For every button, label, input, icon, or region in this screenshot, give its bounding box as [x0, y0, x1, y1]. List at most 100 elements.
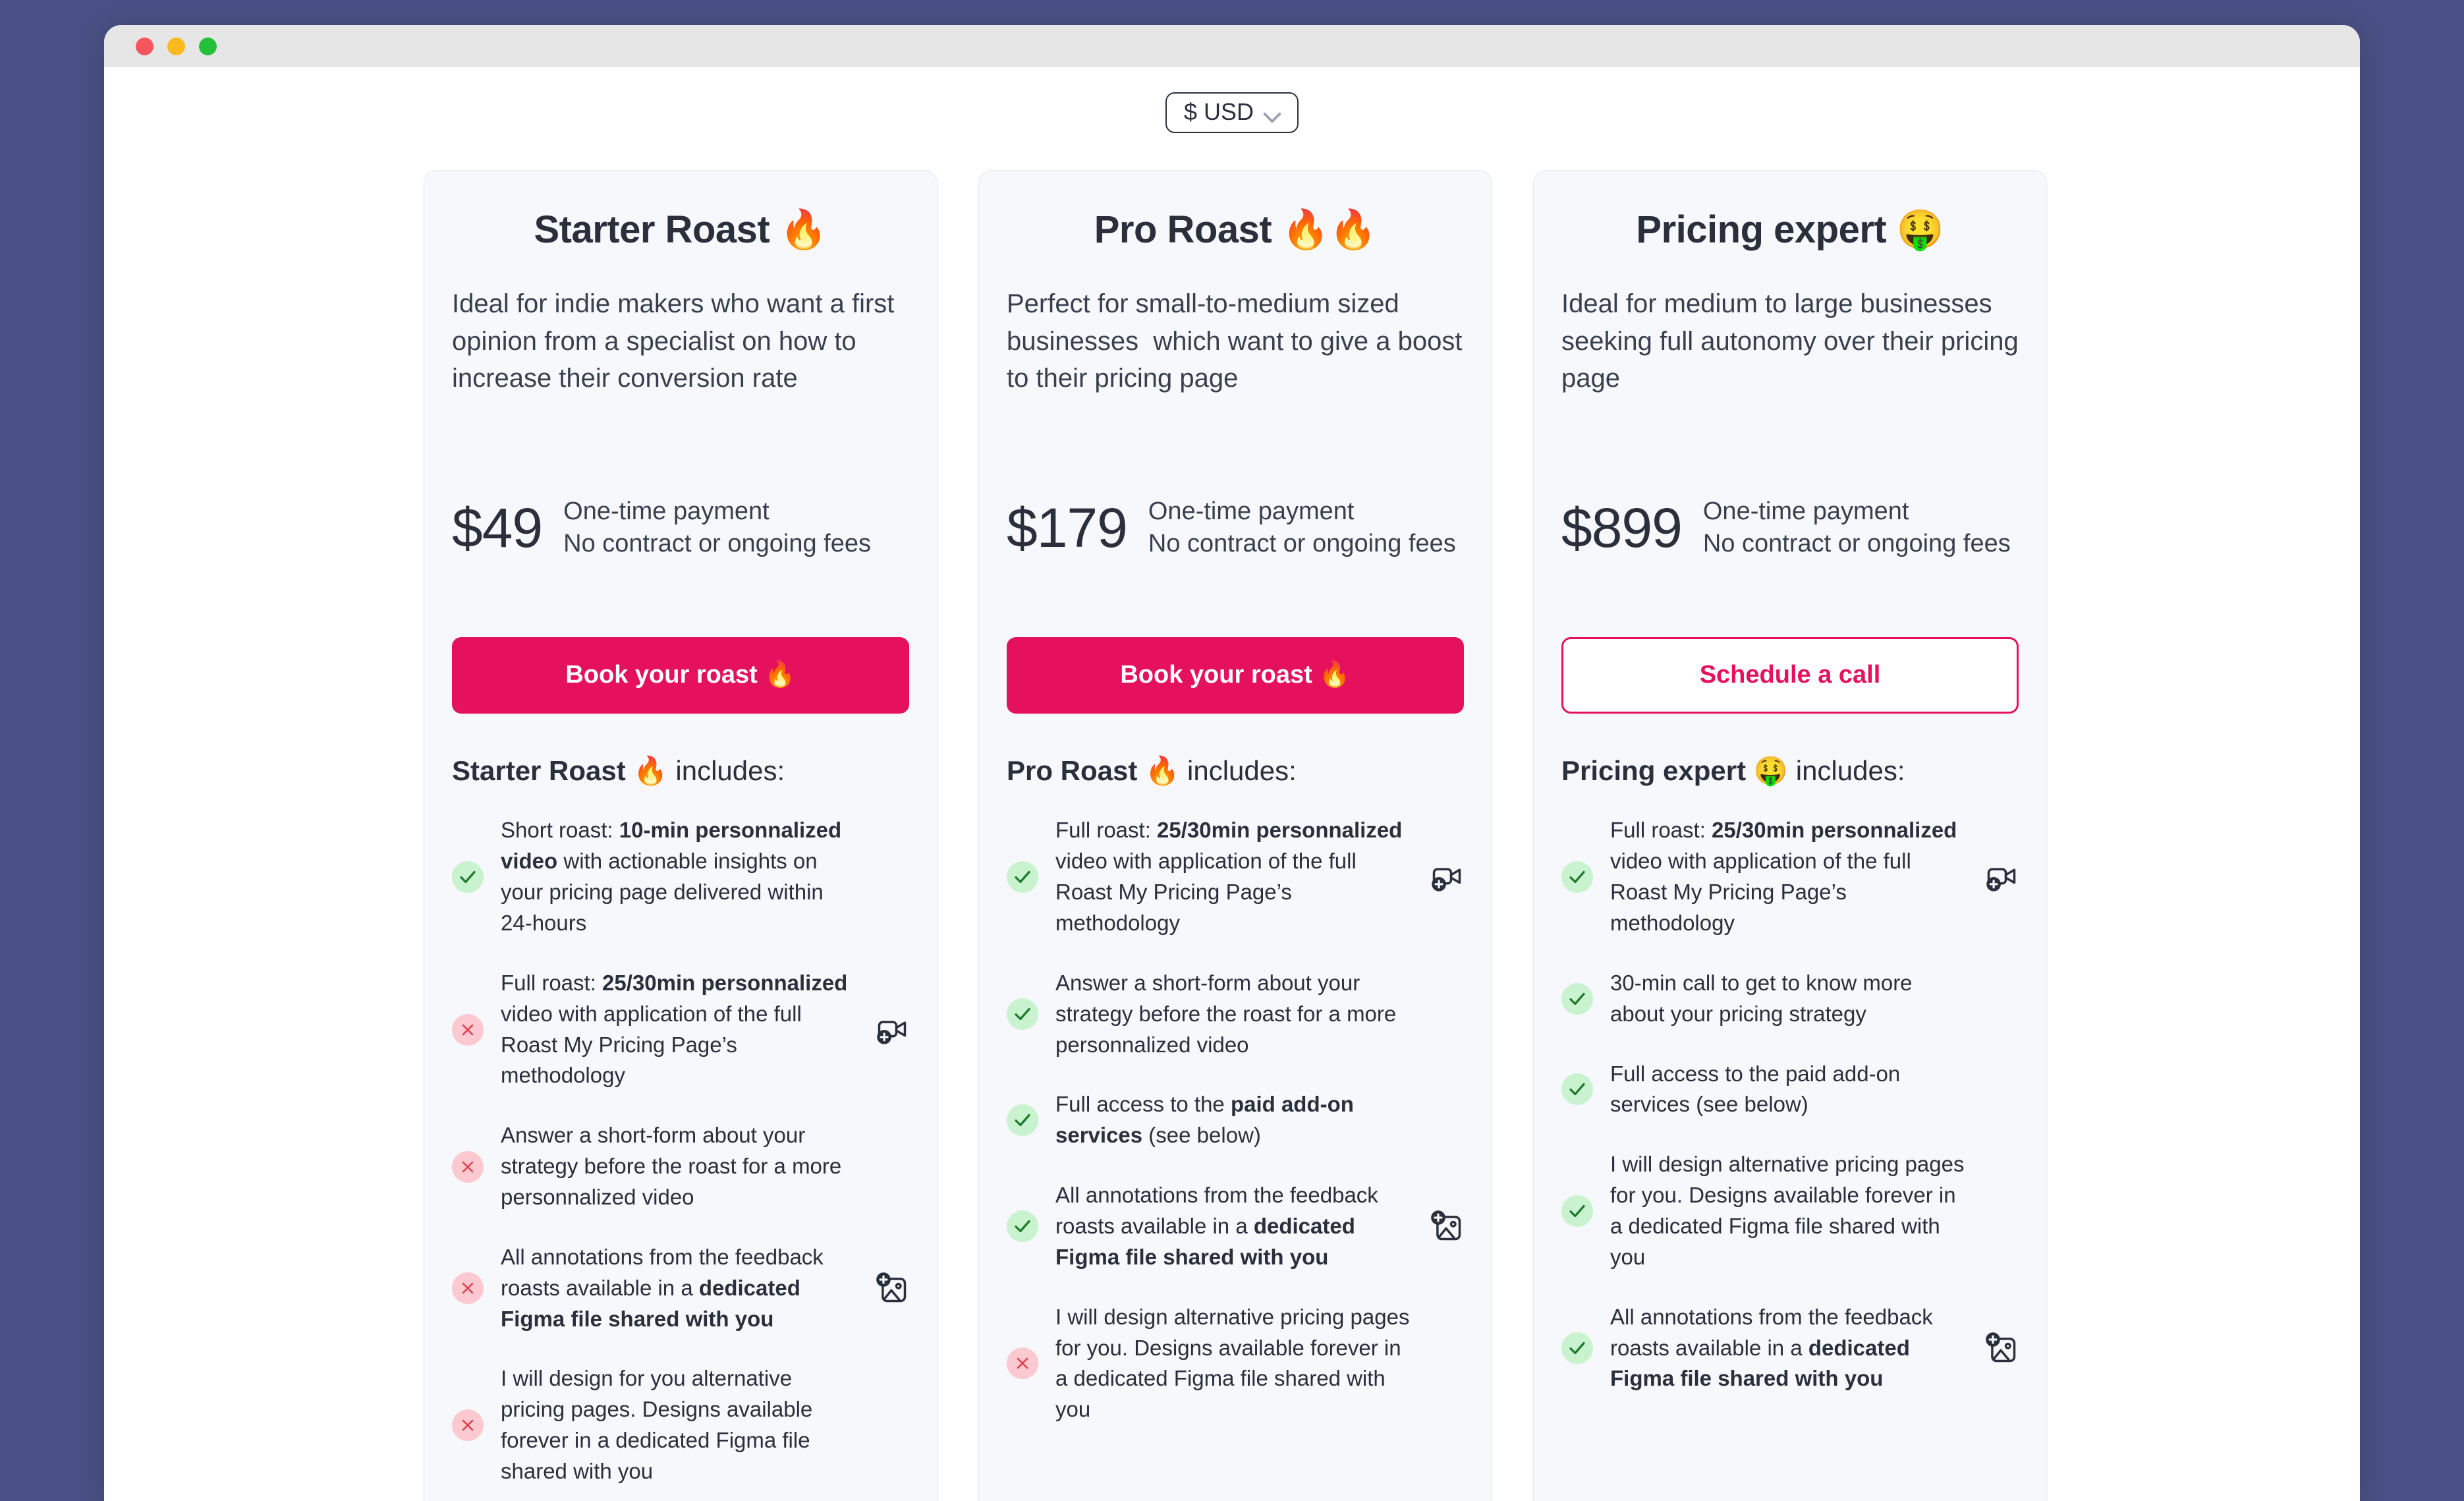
plan-price: $179: [1007, 497, 1128, 559]
plan-title: Pro Roast 🔥🔥: [1094, 208, 1377, 251]
check-icon: [1561, 1332, 1593, 1364]
feature-text: All annotations from the feedback roasts…: [501, 1242, 858, 1335]
plan-title: Starter Roast 🔥: [534, 208, 827, 251]
plan-includes-heading: Starter Roast 🔥 includes:: [452, 754, 909, 787]
feature-item: Full roast: 25/30min personnalized video…: [452, 968, 909, 1091]
close-window-button[interactable]: [136, 37, 154, 55]
plan-title: Pricing expert 🤑: [1636, 208, 1944, 251]
pricing-cards: Starter Roast 🔥 Ideal for indie makers wh…: [104, 170, 2360, 1501]
feature-text-segment: Answer a short-form about your strategy …: [1055, 970, 1397, 1057]
cross-icon: [452, 1409, 484, 1442]
cross-icon: [1007, 1347, 1038, 1380]
plan-price-block: $49 One-time payment No contract or ongoi…: [452, 449, 909, 607]
feature-item: Full access to the paid add-on services …: [1561, 1059, 2019, 1121]
plan-price: $49: [452, 497, 543, 559]
feature-item: 30-min call to get to know more about yo…: [1561, 968, 2019, 1030]
plan-feature-list: Full roast: 25/30min personnalized video…: [1561, 815, 2019, 1394]
video-plus-icon: [1430, 860, 1464, 894]
feature-item: Full roast: 25/30min personnalized video…: [1007, 815, 1464, 938]
feature-text-segment: video with application of the full Roast…: [1055, 849, 1357, 935]
feature-text-segment: Full access to the: [1055, 1092, 1231, 1117]
pricing-page: $ USD Starter Roast 🔥 Ideal for indie mak…: [104, 67, 2360, 1501]
plan-cta-button[interactable]: Schedule a call: [1561, 637, 2019, 714]
feature-text: Full access to the paid add-on services …: [1610, 1059, 1967, 1121]
maximize-window-button[interactable]: [199, 37, 217, 55]
feature-item: All annotations from the feedback roasts…: [1561, 1302, 2019, 1395]
pricing-card-pro-roast: Pro Roast 🔥🔥 Perfect for small-to-medium …: [978, 170, 1492, 1501]
feature-text-segment: Full roast:: [501, 970, 603, 995]
plan-includes-heading-suffix: includes:: [667, 754, 785, 786]
plan-includes-heading: Pricing expert 🤑 includes:: [1561, 754, 2019, 787]
plan-cta-button[interactable]: Book your roast 🔥: [452, 637, 909, 714]
check-icon: [452, 861, 484, 893]
feature-text-emphasis: 25/30min personnalized: [602, 970, 848, 995]
check-icon: [1007, 861, 1038, 893]
feature-text-segment: Full access to the paid add-on services …: [1610, 1061, 1901, 1117]
feature-text-segment: video with application of the full Roast…: [1610, 849, 1911, 935]
plan-price: $899: [1561, 497, 1683, 559]
feature-text: Full roast: 25/30min personnalized video…: [1055, 815, 1413, 938]
feature-item: Answer a short-form about your strategy …: [1007, 968, 1464, 1061]
feature-item: Answer a short-form about your strategy …: [452, 1120, 909, 1213]
currency-selector-row: $ USD: [104, 92, 2360, 133]
plan-description: Ideal for medium to large businesses see…: [1561, 289, 2026, 393]
check-icon: [1561, 861, 1593, 893]
minimize-window-button[interactable]: [167, 37, 185, 55]
feature-item: I will design for you alternative pricin…: [452, 1363, 909, 1487]
plan-feature-list: Short roast: 10-min personnalized video …: [452, 815, 909, 1501]
feature-text-segment: Short roast:: [501, 818, 619, 843]
cross-icon: [452, 1272, 484, 1305]
pricing-card-starter-roast: Starter Roast 🔥 Ideal for indie makers wh…: [424, 170, 938, 1501]
feature-text-segment: 30-min call to get to know more about yo…: [1610, 970, 1913, 1026]
check-icon: [1007, 1104, 1038, 1137]
feature-text: I will design alternative pricing pages …: [1055, 1302, 1413, 1425]
image-plus-icon: [1430, 1209, 1464, 1243]
feature-text-segment: Answer a short-form about your strategy …: [501, 1123, 842, 1209]
feature-text: All annotations from the feedback roasts…: [1055, 1180, 1413, 1273]
feature-item: Short roast: 10-min personnalized video …: [452, 815, 909, 938]
check-icon: [1561, 982, 1593, 1015]
plan-description: Perfect for small-to-medium sized busine…: [1007, 289, 1470, 393]
feature-text: Answer a short-form about your strategy …: [501, 1120, 858, 1213]
feature-text: Answer a short-form about your strategy …: [1055, 968, 1413, 1061]
feature-text: 30-min call to get to know more about yo…: [1610, 968, 1967, 1030]
currency-selector[interactable]: $ USD: [1165, 92, 1299, 133]
plan-includes-heading-name: Pricing expert 🤑: [1561, 754, 1789, 786]
cross-icon: [452, 1150, 484, 1183]
feature-text: Full roast: 25/30min personnalized video…: [1610, 815, 1967, 938]
plan-includes-heading-name: Pro Roast 🔥: [1007, 754, 1180, 786]
feature-text-segment: Full roast:: [1610, 818, 1712, 843]
feature-text-segment: I will design alternative pricing pages …: [1610, 1152, 1965, 1269]
image-plus-icon: [1984, 1331, 2019, 1365]
feature-text: I will design alternative pricing pages …: [1610, 1149, 1967, 1272]
feature-text: Short roast: 10-min personnalized video …: [501, 815, 858, 938]
cross-icon: [452, 1013, 484, 1046]
video-plus-icon: [1984, 860, 2019, 894]
plan-price-note: One-time payment No contract or ongoing …: [563, 497, 871, 558]
plan-includes-heading-suffix: includes:: [1179, 754, 1297, 786]
plan-includes-heading: Pro Roast 🔥 includes:: [1007, 754, 1464, 787]
plan-price-block: $899 One-time payment No contract or ongo…: [1561, 449, 2019, 607]
feature-item: All annotations from the feedback roasts…: [452, 1242, 909, 1335]
feature-text: I will design for you alternative pricin…: [501, 1363, 858, 1487]
feature-text: Full access to the paid add-on services …: [1055, 1089, 1413, 1151]
feature-text-emphasis: 25/30min personnalized: [1157, 818, 1403, 843]
check-icon: [1007, 998, 1038, 1031]
plan-includes-heading-name: Starter Roast 🔥: [452, 754, 668, 786]
video-plus-icon: [875, 1013, 909, 1047]
feature-item: I will design alternative pricing pages …: [1007, 1302, 1464, 1425]
plan-price-block: $179 One-time payment No contract or ongo…: [1007, 449, 1464, 607]
currency-selector-value: $ USD: [1183, 98, 1254, 125]
plan-price-note: One-time payment No contract or ongoing …: [1148, 497, 1456, 558]
plan-description: Ideal for indie makers who want a first …: [452, 289, 902, 393]
pricing-card-pricing-expert: Pricing expert 🤑 Ideal for medium to larg…: [1533, 170, 2047, 1501]
plan-cta-button[interactable]: Book your roast 🔥: [1007, 637, 1464, 714]
feature-text: Full roast: 25/30min personnalized video…: [501, 968, 858, 1091]
feature-text-segment: I will design for you alternative pricin…: [501, 1366, 813, 1483]
plan-includes-heading-suffix: includes:: [1788, 754, 1905, 786]
plan-price-note: One-time payment No contract or ongoing …: [1702, 497, 2011, 558]
chevron-down-icon: [1264, 107, 1281, 117]
feature-text-segment: (see below): [1142, 1123, 1261, 1148]
check-icon: [1007, 1210, 1038, 1243]
feature-text-segment: video with application of the full Roast…: [501, 1001, 802, 1088]
